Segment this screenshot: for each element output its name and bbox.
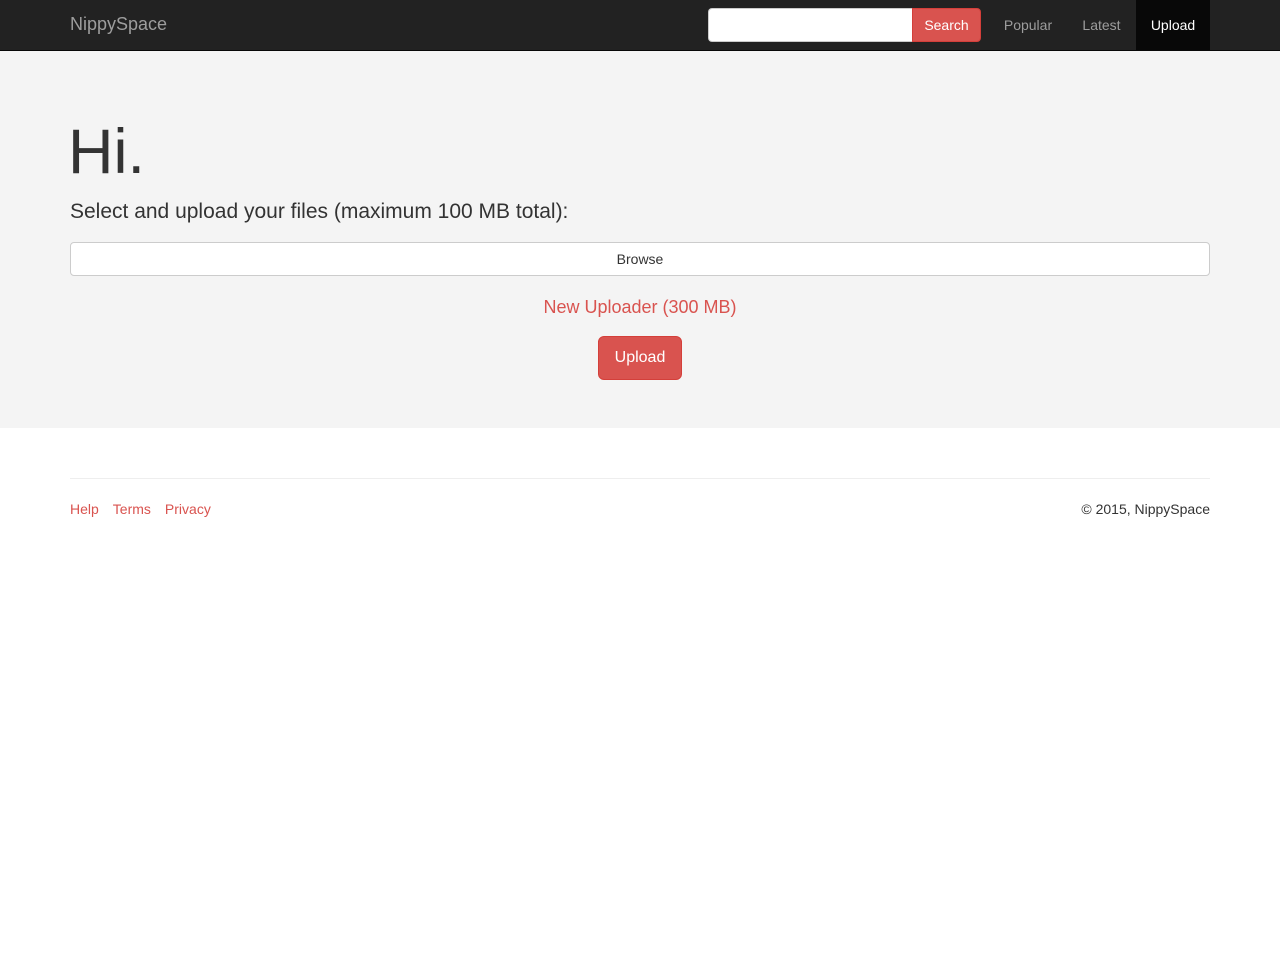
footer-link-terms[interactable]: Terms bbox=[113, 500, 151, 518]
footer-link-help[interactable]: Help bbox=[70, 500, 99, 518]
copyright-text: © 2015, NippySpace bbox=[1081, 501, 1210, 517]
footer-links: Help Terms Privacy bbox=[70, 500, 211, 518]
upload-panel: Hi. Select and upload your files (maximu… bbox=[0, 51, 1280, 428]
footer-link-privacy[interactable]: Privacy bbox=[165, 500, 211, 518]
search-input[interactable] bbox=[708, 8, 912, 42]
browse-files-button[interactable]: Browse bbox=[70, 242, 1210, 276]
search-button[interactable]: Search bbox=[912, 8, 981, 42]
upload-instructions: Select and upload your files (maximum 10… bbox=[70, 200, 569, 223]
upload-button[interactable]: Upload bbox=[598, 336, 682, 380]
search-form: Search bbox=[708, 8, 981, 42]
new-uploader-link[interactable]: New Uploader (300 MB) bbox=[0, 294, 1280, 320]
brand-logo-link[interactable]: NippySpace bbox=[70, 14, 167, 34]
nav-link-upload[interactable]: Upload bbox=[1136, 0, 1210, 50]
top-navbar: NippySpace Search Popular Latest Upload bbox=[0, 0, 1280, 51]
nav-link-popular[interactable]: Popular bbox=[989, 0, 1067, 50]
page-title: Hi. bbox=[68, 117, 145, 187]
nav-link-latest[interactable]: Latest bbox=[1067, 0, 1136, 50]
footer-divider bbox=[70, 478, 1210, 479]
